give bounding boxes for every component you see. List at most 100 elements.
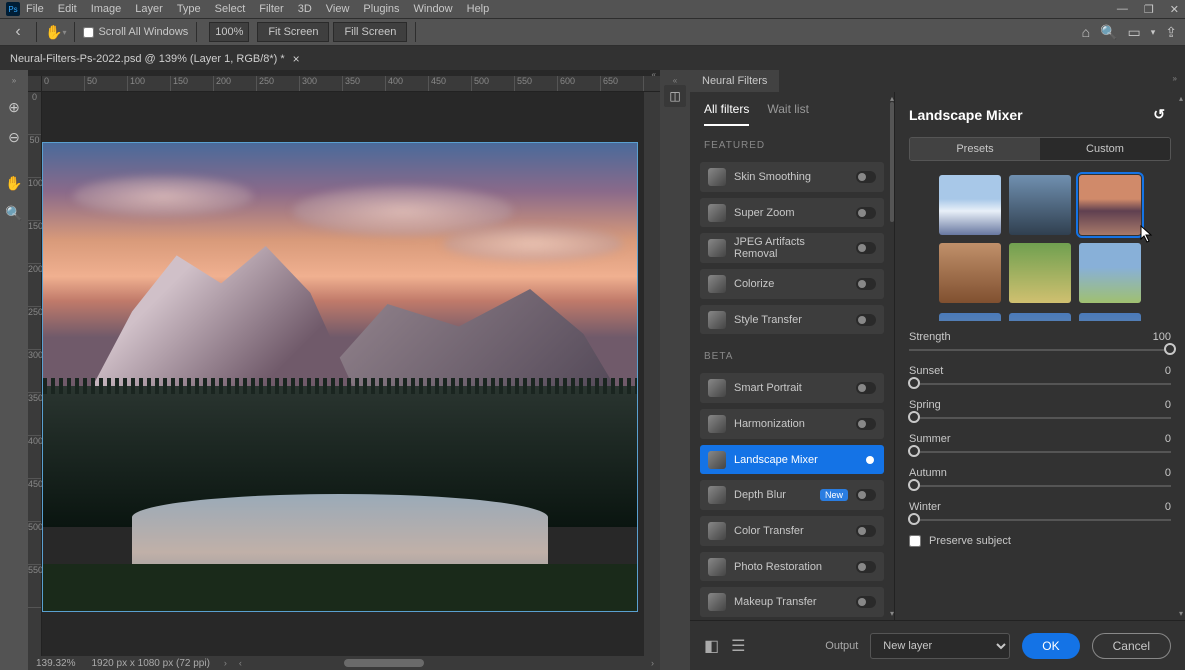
hand-tool-icon[interactable]: ✋	[45, 24, 62, 41]
filter-toggle[interactable]	[856, 596, 876, 608]
filter-toggle[interactable]	[856, 454, 876, 466]
ok-button[interactable]: OK	[1022, 633, 1079, 659]
menu-plugins[interactable]: Plugins	[363, 3, 399, 15]
filter-toggle[interactable]	[856, 525, 876, 537]
slider-autumn[interactable]: Autumn0	[909, 467, 1171, 487]
preset-5[interactable]	[1009, 243, 1071, 303]
preset-2[interactable]	[1009, 175, 1071, 235]
custom-tab[interactable]: Custom	[1040, 138, 1170, 160]
expand-toolbar-icon[interactable]: »	[12, 76, 16, 85]
frame-icon[interactable]: ▭	[1128, 24, 1141, 41]
menu-file[interactable]: File	[26, 3, 44, 15]
menu-filter[interactable]: Filter	[259, 3, 283, 15]
share-icon[interactable]: ⇪	[1165, 24, 1177, 41]
status-chevron-icon[interactable]: ›	[224, 658, 227, 668]
menu-layer[interactable]: Layer	[135, 3, 163, 15]
menu-edit[interactable]: Edit	[58, 3, 77, 15]
slider-knob[interactable]	[908, 513, 920, 525]
scroll-all-windows-checkbox[interactable]	[83, 27, 94, 38]
slider-sunset[interactable]: Sunset0	[909, 365, 1171, 385]
menu-help[interactable]: Help	[467, 3, 490, 15]
slider-winter[interactable]: Winter0	[909, 501, 1171, 521]
filter-toggle[interactable]	[856, 561, 876, 573]
filter-toggle[interactable]	[856, 278, 876, 290]
preset-3[interactable]	[1079, 175, 1141, 235]
slider-knob[interactable]	[908, 479, 920, 491]
filter-landscape-mixer[interactable]: Landscape Mixer	[700, 445, 884, 475]
filter-smart-portrait[interactable]: Smart Portrait	[700, 373, 884, 403]
filter-toggle[interactable]	[856, 207, 876, 219]
filter-toggle[interactable]	[856, 242, 876, 254]
dock-panel-icon[interactable]: ◫	[664, 85, 686, 107]
menu-type[interactable]: Type	[177, 3, 201, 15]
slider-knob[interactable]	[1164, 343, 1176, 355]
filter-toggle[interactable]	[856, 382, 876, 394]
preset-6[interactable]	[1079, 243, 1141, 303]
zoom-value[interactable]: 100%	[209, 22, 249, 42]
menu-3d[interactable]: 3D	[298, 3, 312, 15]
add-tool-icon[interactable]: ⊕	[4, 97, 24, 117]
filter-toggle[interactable]	[856, 171, 876, 183]
filter-toggle[interactable]	[856, 418, 876, 430]
menu-view[interactable]: View	[326, 3, 350, 15]
neural-filters-tab[interactable]: Neural Filters	[690, 70, 779, 92]
scrollbar-vertical[interactable]	[644, 92, 660, 656]
slider-knob[interactable]	[908, 411, 920, 423]
filter-colorize[interactable]: Colorize	[700, 269, 884, 299]
reset-icon[interactable]: ↺	[1153, 106, 1165, 123]
preset-4[interactable]	[939, 243, 1001, 303]
close-button[interactable]: ✕	[1170, 3, 1179, 16]
preset-7[interactable]	[939, 313, 1001, 321]
filter-depth-blur[interactable]: Depth BlurNew	[700, 480, 884, 510]
filter-makeup-transfer[interactable]: Makeup Transfer	[700, 587, 884, 617]
filter-style-transfer[interactable]: Style Transfer	[700, 305, 884, 335]
caret-icon[interactable]: ▾	[1151, 27, 1156, 38]
slider-knob[interactable]	[908, 377, 920, 389]
preserve-subject-checkbox[interactable]	[909, 535, 921, 547]
slider-summer[interactable]: Summer0	[909, 433, 1171, 453]
scrollbar-horizontal[interactable]	[344, 659, 424, 667]
scroll-left-icon[interactable]: ‹	[239, 658, 242, 668]
scroll-right-icon[interactable]: ›	[651, 658, 654, 668]
preset-1[interactable]	[939, 175, 1001, 235]
menu-select[interactable]: Select	[215, 3, 246, 15]
fit-screen-button[interactable]: Fit Screen	[257, 22, 329, 42]
cancel-button[interactable]: Cancel	[1092, 633, 1171, 659]
collapse-dock-icon[interactable]: «	[673, 76, 677, 85]
filter-toggle[interactable]	[856, 489, 876, 501]
layers-icon[interactable]: ☰	[731, 636, 745, 656]
search-icon[interactable]: 🔍	[1100, 24, 1117, 41]
all-filters-tab[interactable]: All filters	[704, 102, 749, 126]
presets-tab[interactable]: Presets	[910, 138, 1040, 160]
preset-8[interactable]	[1009, 313, 1071, 321]
hand-tool-icon[interactable]: ✋	[4, 173, 24, 193]
filter-skin-smoothing[interactable]: Skin Smoothing	[700, 162, 884, 192]
settings-scrollbar[interactable]: ▴▾	[1179, 92, 1183, 620]
maximize-button[interactable]: ❐	[1144, 3, 1154, 16]
preset-9[interactable]	[1079, 313, 1141, 321]
filter-list-scrollbar[interactable]: ▴▾	[890, 92, 894, 620]
output-dropdown[interactable]: New layer	[870, 633, 1010, 659]
home-icon[interactable]: ⌂	[1082, 24, 1090, 40]
slider-spring[interactable]: Spring0	[909, 399, 1171, 419]
close-document-icon[interactable]: ×	[293, 52, 300, 66]
slider-strength[interactable]: Strength100	[909, 331, 1171, 351]
filter-super-zoom[interactable]: Super Zoom	[700, 198, 884, 228]
wait-list-tab[interactable]: Wait list	[767, 102, 809, 126]
slider-knob[interactable]	[908, 445, 920, 457]
back-button[interactable]: ‹	[8, 22, 28, 42]
fill-screen-button[interactable]: Fill Screen	[333, 22, 407, 42]
filter-toggle[interactable]	[856, 314, 876, 326]
compare-icon[interactable]: ◧	[704, 636, 719, 656]
filter-harmonization[interactable]: Harmonization	[700, 409, 884, 439]
menu-image[interactable]: Image	[91, 3, 122, 15]
filter-photo-restoration[interactable]: Photo Restoration	[700, 552, 884, 582]
minimize-button[interactable]: —	[1117, 3, 1128, 16]
filter-color-transfer[interactable]: Color Transfer	[700, 516, 884, 546]
subtract-tool-icon[interactable]: ⊖	[4, 127, 24, 147]
zoom-tool-icon[interactable]: 🔍	[4, 203, 24, 223]
document-tab[interactable]: Neural-Filters-Ps-2022.psd @ 139% (Layer…	[0, 48, 310, 70]
menu-window[interactable]: Window	[414, 3, 453, 15]
collapse-panel-icon[interactable]: »	[1165, 70, 1185, 92]
canvas[interactable]	[42, 92, 644, 656]
